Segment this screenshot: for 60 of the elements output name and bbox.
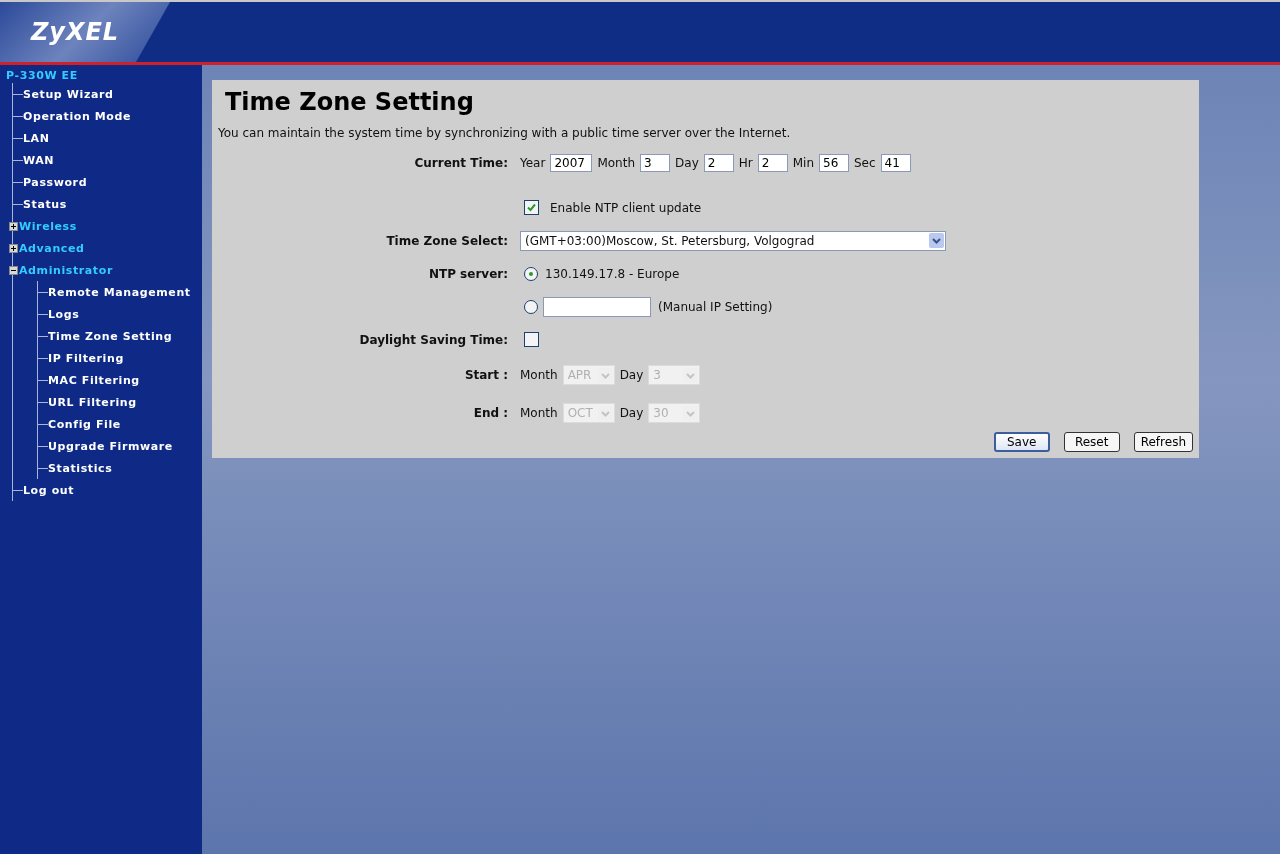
logo: ZyXEL: [30, 18, 120, 46]
radio-button[interactable]: [524, 299, 538, 314]
time-input-field[interactable]: 56: [819, 153, 849, 172]
ip-input-field[interactable]: [543, 296, 651, 317]
nav-link[interactable]: Log out: [23, 483, 75, 497]
radio-label: 130.149.17.8 - Europe: [545, 266, 680, 281]
unit-label: Month: [520, 406, 558, 420]
checkbox[interactable]: [524, 332, 539, 347]
nav-link[interactable]: Upgrade Firmware: [48, 439, 173, 453]
unit-label: Sec: [854, 155, 876, 170]
expand-toggle-icon[interactable]: [9, 243, 18, 253]
hint-text: (Manual IP Setting): [658, 299, 773, 314]
time-zone-dropdown[interactable]: (GMT+03:00)Moscow, St. Petersburg, Volgograd: [520, 230, 946, 251]
time-input-field[interactable]: 3: [640, 153, 671, 172]
checkbox-label: Enable NTP client update: [550, 200, 702, 215]
time-input-field[interactable]: 2007: [550, 153, 593, 172]
nav-link[interactable]: Logs: [48, 307, 80, 321]
nav-link[interactable]: Password: [23, 175, 88, 189]
field-label: NTP server:: [428, 266, 508, 281]
nav-link[interactable]: Config File: [48, 417, 121, 431]
nav-link[interactable]: Setup Wizard: [23, 87, 114, 101]
field-label: End :: [473, 406, 508, 420]
unit-label: Month: [597, 155, 636, 170]
unit-label: Hr: [738, 155, 753, 170]
nav-link[interactable]: WAN: [23, 153, 55, 167]
nav-link[interactable]: Operation Mode: [23, 109, 132, 123]
field-label: Current Time:: [414, 155, 508, 170]
description-text: You can maintain the system time by synchronizing with a public time server over the Internet.: [218, 126, 792, 140]
unit-label: Min: [792, 155, 814, 170]
unit-label: Day: [619, 406, 644, 420]
form-button[interactable]: Save: [993, 432, 1050, 452]
radio-button[interactable]: [524, 266, 538, 281]
time-input-field[interactable]: 2: [703, 153, 734, 172]
nav-link[interactable]: Administrator: [19, 263, 113, 277]
nav-link[interactable]: Time Zone Setting: [48, 329, 173, 343]
field-label: Time Zone Select:: [386, 233, 508, 248]
unit-label: Year: [520, 155, 546, 170]
nav-link[interactable]: Wireless: [19, 219, 77, 233]
nav-link[interactable]: Status: [23, 197, 67, 211]
form-button[interactable]: Refresh: [1133, 432, 1193, 452]
nav-link[interactable]: IP Filtering: [48, 351, 124, 365]
nav-link[interactable]: LAN: [23, 131, 50, 145]
nav-link[interactable]: Remote Management: [48, 285, 191, 299]
checkbox[interactable]: [524, 200, 539, 215]
expand-toggle-icon[interactable]: [9, 265, 18, 275]
nav-link[interactable]: Statistics: [48, 461, 113, 475]
unit-label: Day: [675, 155, 699, 170]
nav-link[interactable]: MAC Filtering: [48, 373, 140, 387]
device-link[interactable]: P-330W EE: [6, 69, 202, 83]
unit-label: Day: [619, 368, 644, 382]
form-button[interactable]: Reset: [1063, 432, 1120, 452]
nav-link[interactable]: URL Filtering: [48, 395, 137, 409]
time-input-field[interactable]: 41: [880, 153, 911, 172]
unit-label: Month: [520, 368, 558, 382]
field-label: Daylight Saving Time:: [359, 332, 508, 347]
field-label: Start :: [464, 368, 508, 382]
nav-link[interactable]: Advanced: [19, 241, 85, 255]
page-title: Time Zone Setting: [225, 88, 475, 116]
expand-toggle-icon[interactable]: [9, 221, 18, 231]
time-input-field[interactable]: 2: [757, 153, 788, 172]
